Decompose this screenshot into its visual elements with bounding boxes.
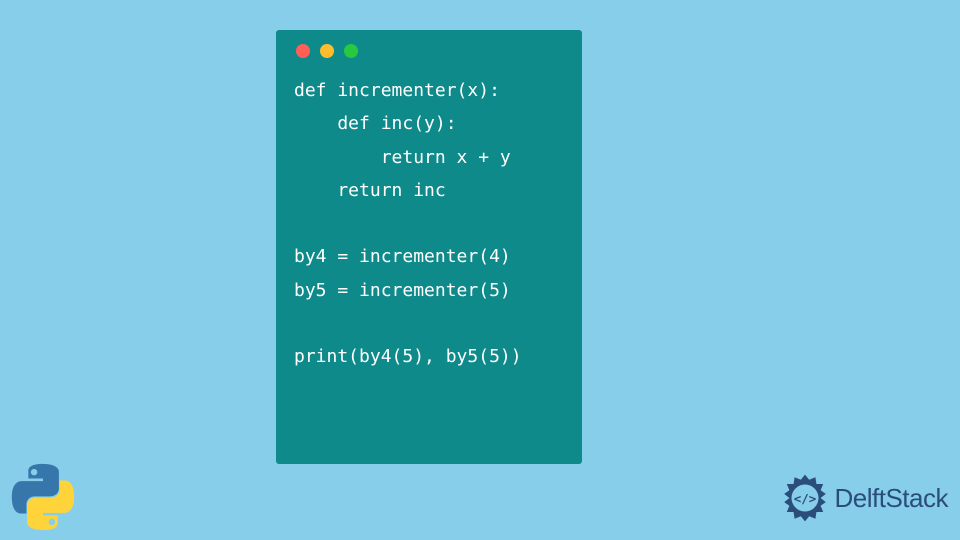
gear-icon: </>: [779, 472, 831, 524]
window-controls: [296, 44, 564, 58]
maximize-button-icon: [344, 44, 358, 58]
delftstack-logo: </> DelftStack: [779, 472, 949, 524]
minimize-button-icon: [320, 44, 334, 58]
code-window: def incrementer(x): def inc(y): return x…: [276, 30, 582, 464]
svg-text:</>: </>: [793, 491, 816, 506]
python-logo-icon: [8, 462, 78, 532]
brand-name: DelftStack: [835, 483, 949, 514]
code-block: def incrementer(x): def inc(y): return x…: [294, 74, 564, 374]
close-button-icon: [296, 44, 310, 58]
